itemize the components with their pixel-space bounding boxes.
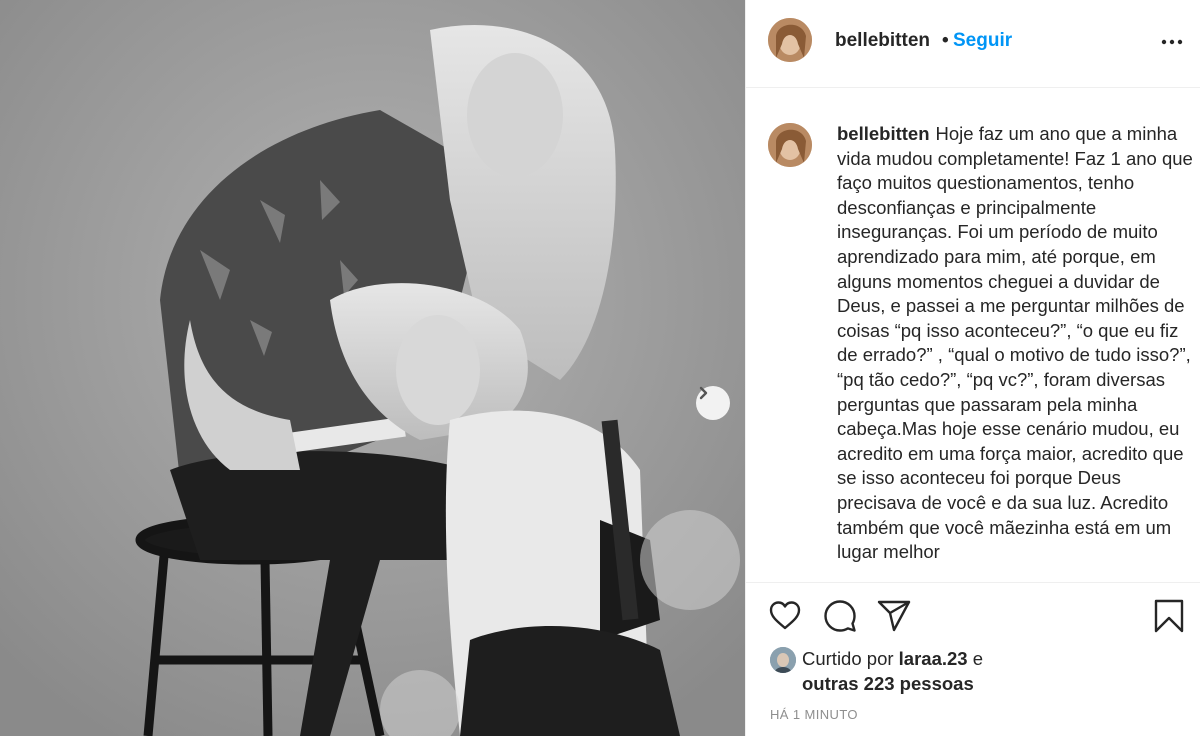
caption-text: Hoje faz um ano que a minha vida mudou c…: [837, 123, 1193, 563]
avatar-image: [768, 18, 812, 62]
likes-others-link[interactable]: outras 223 pessoas: [802, 673, 974, 695]
likes-prefix: Curtido por: [802, 648, 894, 669]
post-actions: Curtido por laraa.23 e outras 223 pessoa…: [746, 582, 1200, 736]
avatar-image: [768, 123, 812, 167]
heart-icon[interactable]: [768, 599, 802, 633]
photo-illustration: [0, 0, 745, 736]
caption-avatar[interactable]: [768, 123, 812, 167]
header-username[interactable]: bellebitten: [835, 30, 930, 52]
post-caption: bellebitten Hoje faz um ano que a minha v…: [837, 122, 1197, 565]
follow-button[interactable]: Seguir: [953, 30, 1012, 52]
post-photo[interactable]: [0, 0, 745, 736]
caption-username[interactable]: bellebitten: [837, 123, 930, 144]
more-options-icon[interactable]: [1160, 32, 1184, 52]
comments-area[interactable]: bellebitten Hoje faz um ano que a minha v…: [746, 89, 1200, 582]
post-timestamp[interactable]: HÁ 1 MINUTO: [770, 707, 858, 722]
chevron-right-icon: [699, 386, 708, 400]
liker-avatar[interactable]: [770, 647, 796, 673]
header-separator: •: [942, 30, 949, 51]
share-icon[interactable]: [877, 599, 911, 633]
comment-icon[interactable]: [823, 599, 857, 633]
next-photo-button[interactable]: [696, 386, 730, 420]
likes-user-link[interactable]: laraa.23: [899, 648, 968, 669]
post-header: bellebitten • Seguir: [746, 0, 1200, 88]
avatar-image: [770, 647, 796, 673]
likes-summary: Curtido por laraa.23 e: [802, 648, 983, 670]
avatar[interactable]: [768, 18, 812, 62]
post-sidebar: bellebitten • Seguir bellebitten Hoje faz…: [745, 0, 1200, 736]
likes-conjunction: e: [972, 648, 984, 669]
bookmark-icon[interactable]: [1152, 599, 1186, 633]
